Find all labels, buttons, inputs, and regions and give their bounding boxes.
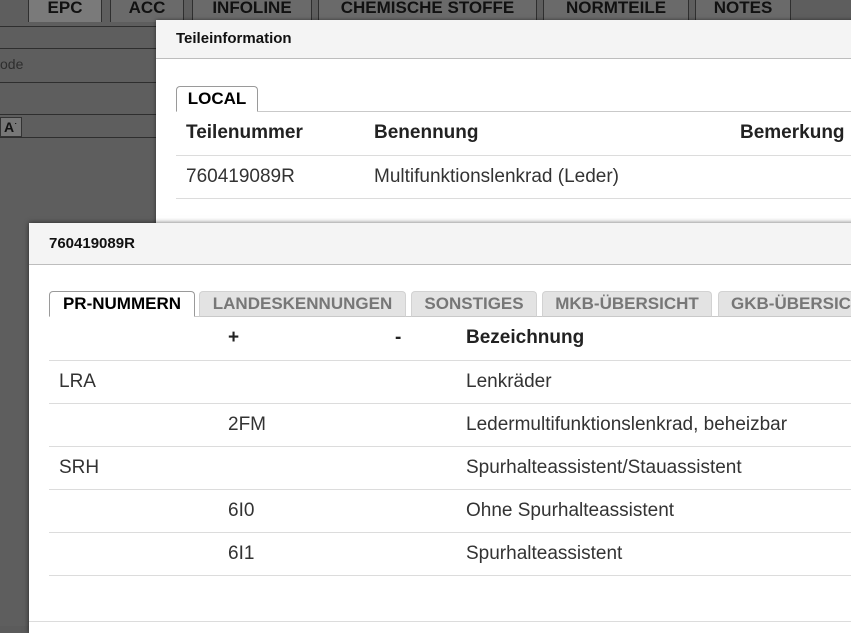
cell-plus: 2FM bbox=[218, 403, 385, 447]
font-size-button[interactable]: A˙ bbox=[0, 117, 22, 137]
cell-plus bbox=[218, 360, 385, 404]
cell-minus bbox=[385, 489, 456, 533]
divider bbox=[0, 26, 160, 27]
table-row[interactable]: 760419089R Multifunktionslenkrad (Leder) bbox=[176, 155, 851, 199]
cell-bemerkung bbox=[730, 155, 851, 199]
teileinfo-tab-bar: LOCAL bbox=[176, 83, 851, 112]
code-field-label: ode bbox=[0, 56, 24, 72]
column-header-bezeichnung: Bezeichnung bbox=[456, 317, 851, 361]
dialog-title: 760419089R bbox=[29, 223, 851, 265]
table-row[interactable]: 6I1 Spurhalteassistent bbox=[49, 532, 851, 576]
cell-code bbox=[49, 532, 218, 576]
tab-local[interactable]: LOCAL bbox=[176, 86, 258, 112]
tab-landeskennungen[interactable]: LANDESKENNUNGEN bbox=[199, 291, 406, 317]
column-header-teilenummer: Teilenummer bbox=[176, 112, 364, 156]
cell-bezeichnung: Ohne Spurhalteassistent bbox=[456, 489, 851, 533]
column-header-code bbox=[49, 317, 218, 361]
divider bbox=[0, 137, 160, 138]
cell-bezeichnung: Spurhalteassistent/Stauassistent bbox=[456, 446, 851, 490]
column-header-plus: + bbox=[218, 317, 385, 361]
tab-sonstiges[interactable]: SONSTIGES bbox=[411, 291, 537, 317]
cell-plus bbox=[218, 446, 385, 490]
divider bbox=[0, 82, 160, 83]
table-row[interactable]: 6I0 Ohne Spurhalteassistent bbox=[49, 489, 851, 533]
column-header-benennung: Benennung bbox=[364, 112, 730, 156]
teileinfo-table: Teilenummer Benennung Bemerkung 76041908… bbox=[176, 112, 851, 199]
font-button-label: A bbox=[4, 119, 15, 135]
cell-code: LRA bbox=[49, 360, 218, 404]
cell-benennung: Multifunktionslenkrad (Leder) bbox=[364, 155, 730, 199]
cell-minus bbox=[385, 532, 456, 576]
table-row[interactable]: LRA Lenkräder bbox=[49, 360, 851, 404]
bg-tab-normteile[interactable]: NORMTEILE bbox=[543, 0, 689, 22]
tab-pr-nummern[interactable]: PR-NUMMERN bbox=[49, 291, 195, 317]
bg-tab-chemische-stoffe[interactable]: CHEMISCHE STOFFE bbox=[318, 0, 537, 22]
cell-minus bbox=[385, 403, 456, 447]
pr-nummern-table: + - Bezeichnung LRA Lenkräder 2FM Lederm… bbox=[49, 317, 851, 576]
cell-code: SRH bbox=[49, 446, 218, 490]
dialog-title: Teileinformation bbox=[156, 20, 851, 59]
table-row[interactable]: SRH Spurhalteassistent/Stauassistent bbox=[49, 446, 851, 490]
tab-gkb-uebersicht[interactable]: GKB-ÜBERSICHT bbox=[718, 291, 851, 317]
part-detail-dialog: 760419089R PR-NUMMERN LANDESKENNUNGEN SO… bbox=[29, 223, 851, 633]
bg-tab-infoline[interactable]: INFOLINE bbox=[192, 0, 312, 22]
cell-bezeichnung: Spurhalteassistent bbox=[456, 532, 851, 576]
table-header-row: Teilenummer Benennung Bemerkung bbox=[176, 112, 851, 156]
divider bbox=[0, 48, 160, 49]
cell-plus: 6I1 bbox=[218, 532, 385, 576]
cell-minus bbox=[385, 360, 456, 404]
cell-minus bbox=[385, 446, 456, 490]
column-header-minus: - bbox=[385, 317, 456, 361]
part-dialog-tab-bar: PR-NUMMERN LANDESKENNUNGEN SONSTIGES MKB… bbox=[49, 289, 851, 317]
bg-tab-acc[interactable]: ACC bbox=[110, 0, 184, 22]
bg-tab-epc[interactable]: EPC bbox=[28, 0, 102, 22]
bg-tab-notes[interactable]: NOTES bbox=[695, 0, 791, 22]
cell-code bbox=[49, 403, 218, 447]
divider bbox=[0, 114, 160, 115]
table-row[interactable]: 2FM Ledermultifunktionslenkrad, beheizba… bbox=[49, 403, 851, 447]
cell-bezeichnung: Ledermultifunktionslenkrad, beheizbar bbox=[456, 403, 851, 447]
teileinformation-dialog: Teileinformation LOCAL Teilenummer Benen… bbox=[156, 20, 851, 226]
font-button-caret-icon: ˙ bbox=[14, 122, 18, 132]
cell-teilenummer: 760419089R bbox=[176, 155, 364, 199]
cell-bezeichnung: Lenkräder bbox=[456, 360, 851, 404]
dialog-footer-divider bbox=[29, 621, 851, 622]
table-header-row: + - Bezeichnung bbox=[49, 317, 851, 361]
cell-plus: 6I0 bbox=[218, 489, 385, 533]
column-header-bemerkung: Bemerkung bbox=[730, 112, 851, 156]
tab-mkb-uebersicht[interactable]: MKB-ÜBERSICHT bbox=[542, 291, 712, 317]
cell-code bbox=[49, 489, 218, 533]
